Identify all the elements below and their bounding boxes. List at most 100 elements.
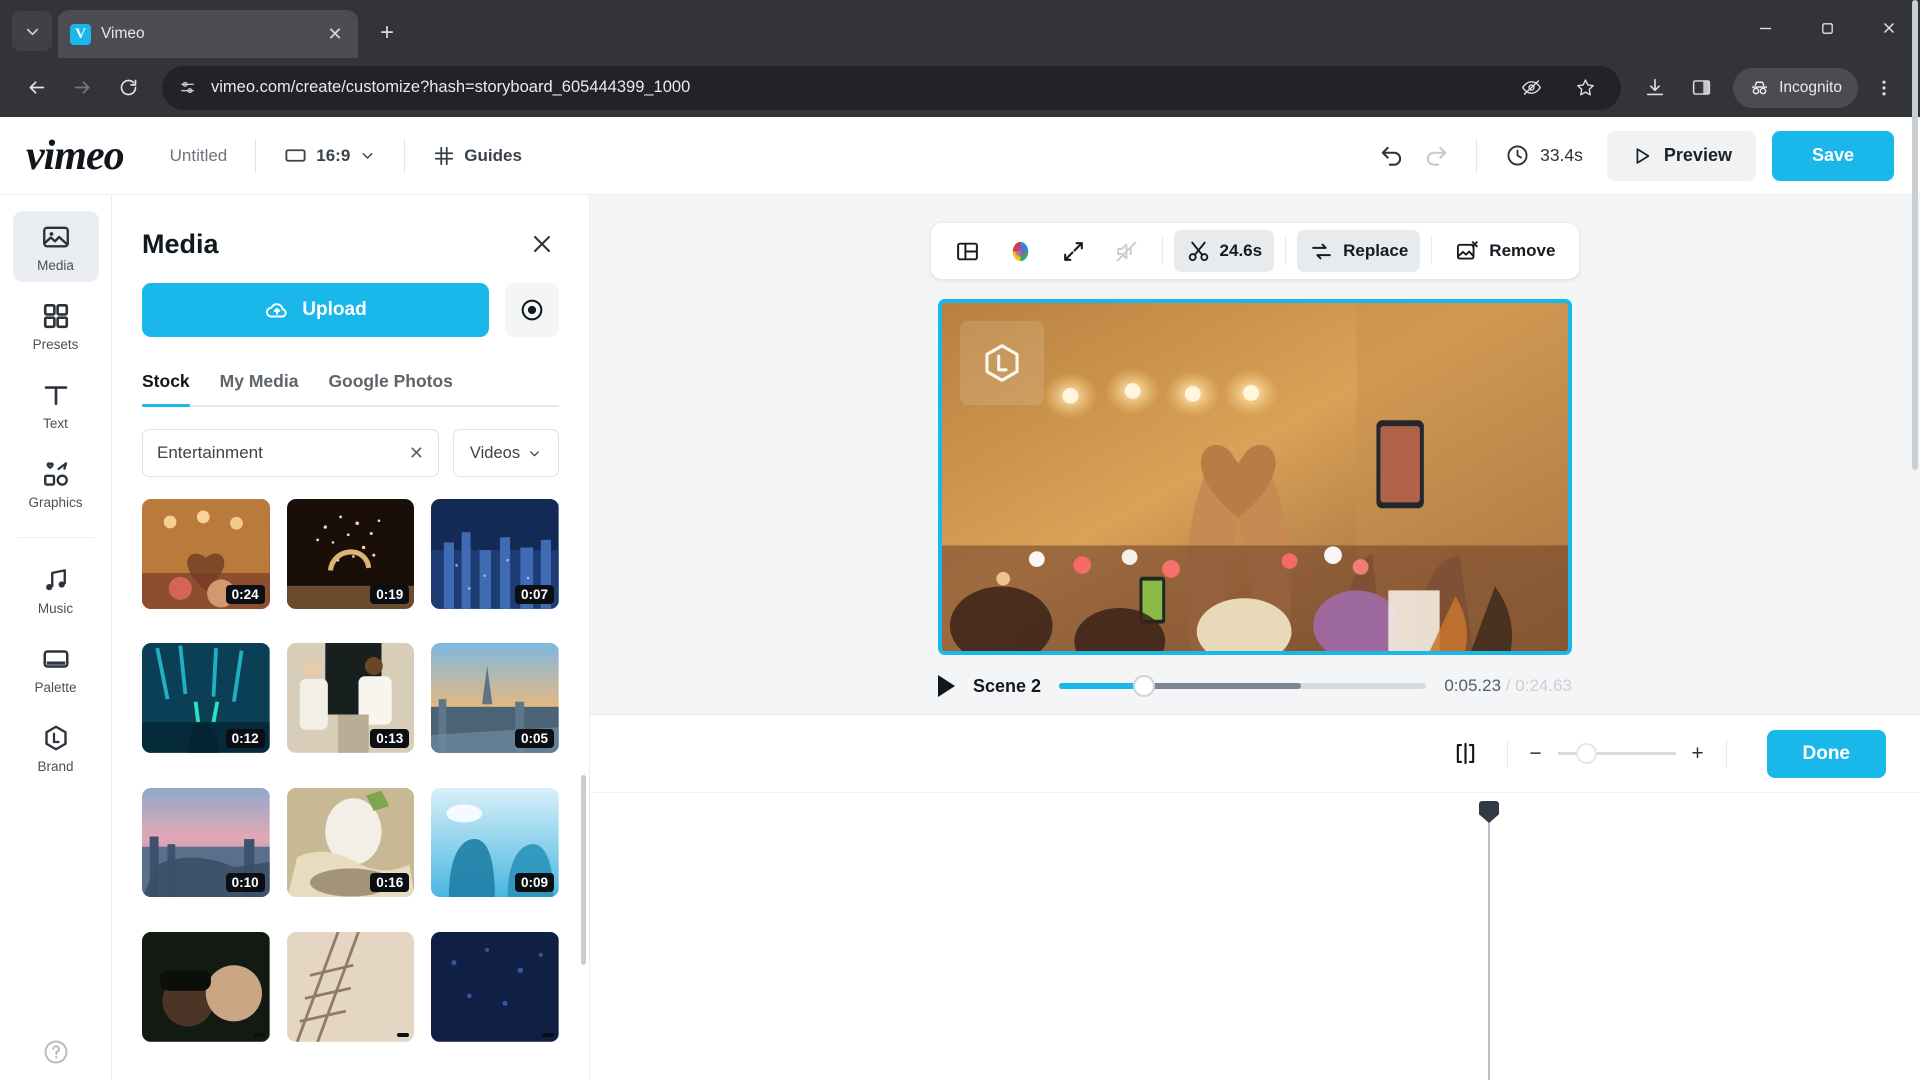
media-thumbnail[interactable] [286,931,415,1042]
tab-my-media[interactable]: My Media [220,371,299,405]
zoom-slider-handle[interactable] [1575,743,1597,764]
remove-button[interactable]: Remove [1443,230,1567,272]
cloud-upload-icon [264,297,290,323]
thumbnail-duration: 0:19 [370,584,410,604]
grid-icon [41,301,71,331]
zoom-in-button[interactable]: + [1688,742,1708,766]
browser-tab[interactable]: V Vimeo ✕ [58,10,358,58]
playhead-handle[interactable] [1479,801,1499,823]
media-thumbnail[interactable] [431,931,559,1042]
site-settings-icon[interactable] [178,78,197,97]
maximize-icon[interactable] [1796,0,1858,56]
search-input[interactable]: Entertainment ✕ [142,429,439,477]
replace-button[interactable]: Replace [1297,230,1421,272]
stock-results-grid: 0:24 0:19 0:07 0:12 0:13 0:05 0:10 0:16 … [142,499,559,1059]
media-thumbnail[interactable]: 0:10 [142,787,270,898]
more-menu-icon[interactable] [1864,68,1904,108]
scene-progress-slider[interactable] [1059,675,1427,697]
help-circle-icon[interactable] [42,1038,70,1071]
palette-icon [41,644,71,674]
media-thumbnail[interactable]: 0:24 [142,499,270,609]
side-panel-icon[interactable] [1681,68,1721,108]
sidebar-item-presets[interactable]: Presets [13,290,99,361]
tab-stock[interactable]: Stock [142,371,190,407]
scene-progress-handle[interactable] [1132,675,1155,697]
mute-icon [1114,239,1139,264]
upload-label: Upload [302,299,367,320]
image-icon [41,222,71,252]
new-tab-button[interactable]: + [368,14,406,52]
guides-button[interactable]: Guides [423,138,532,174]
media-thumbnail[interactable]: 0:09 [431,787,559,898]
undo-icon[interactable] [1370,134,1414,178]
sidebar-item-brand[interactable]: Brand [13,712,99,783]
sidebar-item-media[interactable]: Media [12,211,99,282]
close-icon[interactable]: ✕ [324,24,346,45]
tab-search-button[interactable] [12,11,52,51]
aspect-ratio-selector[interactable]: 16:9 [274,137,386,174]
media-thumbnail[interactable]: 0:07 [431,499,559,609]
bookmark-star-icon[interactable] [1565,68,1605,108]
save-button[interactable]: Save [1771,130,1894,181]
editor-scrollbar[interactable] [1912,0,1918,470]
back-icon[interactable] [16,68,56,108]
zoom-slider[interactable] [1557,743,1676,764]
minimize-icon[interactable] [1734,0,1796,56]
media-thumbnail[interactable]: 0:05 [431,643,559,754]
media-thumbnail[interactable]: 0:12 [142,643,270,754]
scene-playback-bar: Scene 2 0:05.23 / 0:24.63 [938,675,1572,697]
close-window-icon[interactable] [1858,0,1920,56]
aspect-ratio-value: 16:9 [316,145,351,165]
video-preview[interactable] [938,299,1572,655]
timeline-playhead[interactable] [1479,801,1499,1080]
timeline-area[interactable]: 0:00 0:02 0:04 0:06 0:08 0:10 0:12 0:14 … [590,793,1920,1080]
sidebar-item-palette[interactable]: Palette [13,633,99,704]
brand-watermark[interactable] [960,321,1044,405]
upload-button[interactable]: Upload [142,283,489,337]
sidebar-label: Graphics [28,495,83,510]
split-clip-icon[interactable] [1443,731,1489,777]
thumbnail-duration: 0:05 [514,729,554,749]
color-wheel-icon [1008,239,1033,264]
media-thumbnail[interactable]: 0:16 [286,787,415,898]
media-panel-header: Media [142,195,559,283]
reload-icon[interactable] [108,68,148,108]
zoom-out-button[interactable]: − [1526,742,1546,766]
done-button[interactable]: Done [1766,729,1886,778]
current-time: 0:05.23 [1444,676,1502,695]
media-type-value: Videos [469,443,521,462]
clock-icon [1505,143,1530,168]
remove-label: Remove [1489,241,1556,260]
tab-google-photos[interactable]: Google Photos [328,371,452,405]
project-title[interactable]: Untitled [160,139,238,173]
vimeo-logo[interactable]: vimeo [26,132,125,180]
close-icon[interactable] [525,227,559,261]
resize-button[interactable] [1049,230,1098,272]
download-icon[interactable] [1635,68,1675,108]
incognito-profile-button[interactable]: Incognito [1733,67,1858,108]
chevron-down-icon [527,446,542,461]
preview-button[interactable]: Preview [1606,130,1756,181]
hide-icon[interactable] [1511,68,1551,108]
address-bar[interactable]: vimeo.com/create/customize?hash=storyboa… [162,65,1622,110]
total-time: 0:24.63 [1515,676,1572,695]
media-thumbnail[interactable]: 0:19 [286,499,415,609]
media-type-select[interactable]: Videos [453,429,559,477]
divider [255,138,257,173]
layout-split-button[interactable] [943,230,992,272]
rail-divider [16,537,95,538]
sidebar-item-text[interactable]: Text [13,369,99,440]
sidebar-item-music[interactable]: Music [13,554,99,625]
record-button[interactable] [505,283,559,337]
sidebar-item-graphics[interactable]: Graphics [13,448,99,519]
media-thumbnail[interactable] [142,931,270,1042]
media-panel-scrollbar[interactable] [581,775,586,965]
play-icon[interactable] [938,675,955,697]
trim-duration-label: 24.6s [1219,241,1263,260]
music-note-icon [41,565,71,595]
sidebar-label: Text [43,416,68,431]
clear-search-icon[interactable]: ✕ [409,443,424,464]
trim-button[interactable]: 24.6s [1173,230,1275,272]
color-adjust-button[interactable] [996,230,1045,272]
media-thumbnail[interactable]: 0:13 [286,643,415,754]
